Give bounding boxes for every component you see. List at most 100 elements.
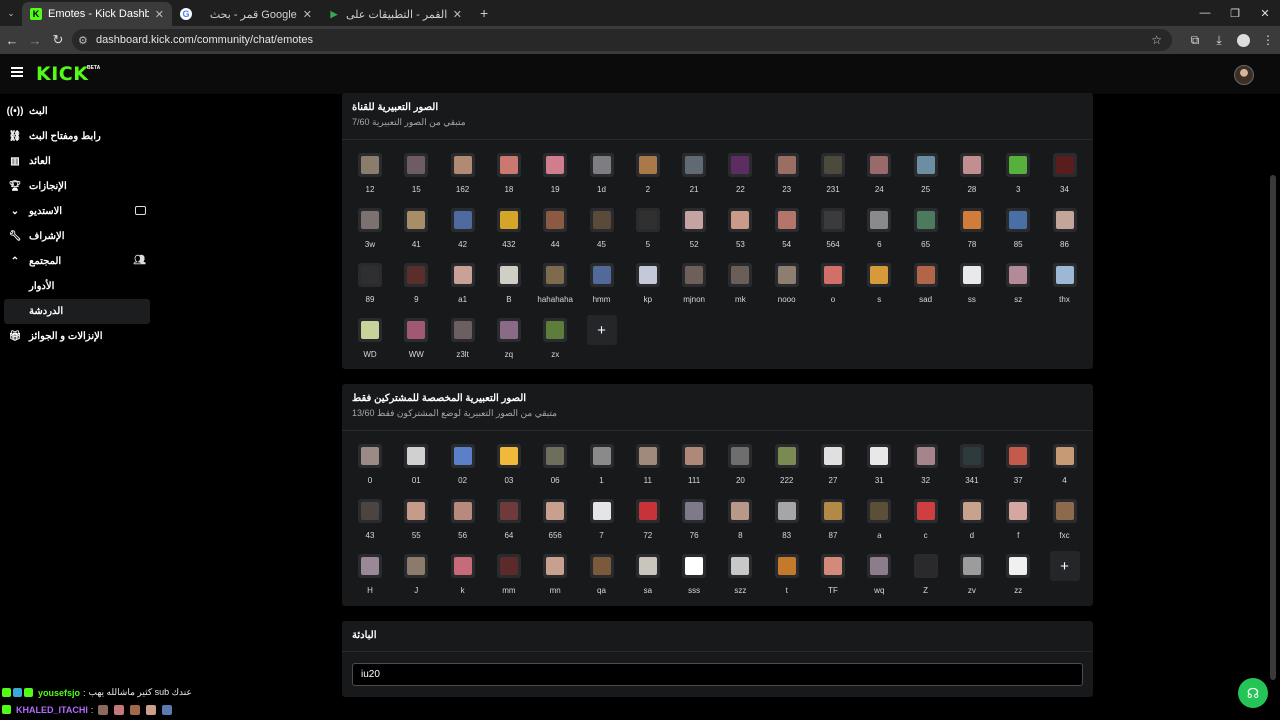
emote-tile[interactable]: 72 bbox=[625, 499, 671, 554]
emote-tile[interactable]: c bbox=[903, 499, 949, 554]
emote-tile[interactable]: 12 bbox=[347, 153, 393, 208]
emote-tile[interactable]: k bbox=[440, 554, 486, 609]
emote-tile[interactable]: B bbox=[486, 263, 532, 318]
prefix-input[interactable] bbox=[352, 663, 1083, 686]
reload-icon[interactable]: ↻ bbox=[47, 32, 69, 48]
emote-tile[interactable]: WD bbox=[347, 318, 393, 373]
emote-tile[interactable]: 0 bbox=[347, 444, 393, 499]
emote-tile[interactable]: 34 bbox=[1042, 153, 1088, 208]
emote-tile[interactable]: J bbox=[393, 554, 439, 609]
emote-tile[interactable]: 03 bbox=[486, 444, 532, 499]
emote-tile[interactable]: TF bbox=[810, 554, 856, 609]
emote-tile[interactable]: 24 bbox=[856, 153, 902, 208]
emote-tile[interactable]: 22 bbox=[717, 153, 763, 208]
emote-tile[interactable]: 02 bbox=[440, 444, 486, 499]
emote-tile[interactable]: 54 bbox=[764, 208, 810, 263]
emote-tile[interactable]: 1 bbox=[579, 444, 625, 499]
minimize-icon[interactable]: — bbox=[1190, 0, 1220, 26]
emote-tile[interactable]: 42 bbox=[440, 208, 486, 263]
emote-tile[interactable]: 23 bbox=[764, 153, 810, 208]
emote-tile[interactable]: zq bbox=[486, 318, 532, 373]
emote-tile[interactable]: 6 bbox=[856, 208, 902, 263]
emote-tile[interactable]: 11 bbox=[625, 444, 671, 499]
emote-tile[interactable]: 5 bbox=[625, 208, 671, 263]
emote-tile[interactable]: f bbox=[995, 499, 1041, 554]
emote-tile[interactable]: sz bbox=[995, 263, 1041, 318]
maximize-icon[interactable]: ❐ bbox=[1220, 0, 1250, 26]
emote-tile[interactable]: 27 bbox=[810, 444, 856, 499]
sidebar-item-drops[interactable]: 🎁︎ الإنزالات و الجوائز bbox=[0, 324, 160, 349]
emote-tile[interactable]: 7 bbox=[579, 499, 625, 554]
emote-tile[interactable]: 89 bbox=[347, 263, 393, 318]
emote-tile[interactable]: 432 bbox=[486, 208, 532, 263]
back-icon[interactable]: ← bbox=[1, 33, 23, 48]
emote-tile[interactable]: a bbox=[856, 499, 902, 554]
emote-tile[interactable]: wq bbox=[856, 554, 902, 609]
emote-tile[interactable]: 65 bbox=[903, 208, 949, 263]
emote-tile[interactable]: 87 bbox=[810, 499, 856, 554]
emote-tile[interactable]: 8 bbox=[717, 499, 763, 554]
emote-tile[interactable]: sss bbox=[671, 554, 717, 609]
emote-tile[interactable]: z3lt bbox=[440, 318, 486, 373]
emote-tile[interactable]: mjnon bbox=[671, 263, 717, 318]
add-emote-button[interactable]: + bbox=[586, 315, 617, 345]
emote-tile[interactable]: 52 bbox=[671, 208, 717, 263]
emote-tile[interactable]: thx bbox=[1042, 263, 1088, 318]
address-bar[interactable]: ⚙ dashboard.kick.com/community/chat/emot… bbox=[72, 29, 1172, 51]
profile-icon[interactable] bbox=[1237, 33, 1250, 47]
close-window-icon[interactable]: ✕ bbox=[1250, 0, 1280, 26]
menu-kebab-icon[interactable]: ⋮ bbox=[1256, 33, 1280, 47]
emote-tile[interactable]: sad bbox=[903, 263, 949, 318]
emote-tile[interactable]: mn bbox=[532, 554, 578, 609]
user-avatar[interactable] bbox=[1234, 65, 1254, 85]
browser-tab-kick[interactable]: K Emotes - Kick Dashboard ✕ bbox=[22, 2, 172, 26]
close-tab-icon[interactable]: ✕ bbox=[453, 8, 462, 21]
tab-search-chevron-icon[interactable]: ⌄ bbox=[0, 0, 22, 26]
emote-tile[interactable]: 9 bbox=[393, 263, 439, 318]
forward-icon[interactable]: → bbox=[24, 33, 46, 48]
emote-tile[interactable]: zx bbox=[532, 318, 578, 373]
extensions-icon[interactable]: ⧉ bbox=[1183, 33, 1207, 48]
kick-logo[interactable]: KICK bbox=[36, 63, 88, 85]
emote-tile[interactable]: 28 bbox=[949, 153, 995, 208]
emote-tile[interactable]: Z bbox=[903, 554, 949, 609]
emote-tile[interactable]: mm bbox=[486, 554, 532, 609]
emote-tile[interactable]: hahahaha bbox=[532, 263, 578, 318]
emote-tile[interactable]: 45 bbox=[579, 208, 625, 263]
emote-tile[interactable]: o bbox=[810, 263, 856, 318]
emote-tile[interactable]: 01 bbox=[393, 444, 439, 499]
hamburger-menu-icon[interactable] bbox=[11, 67, 23, 77]
emote-tile[interactable]: 21 bbox=[671, 153, 717, 208]
support-chat-button[interactable]: ☊ bbox=[1238, 678, 1268, 708]
sidebar-subitem-chat[interactable]: الدردشة bbox=[4, 299, 150, 324]
emote-tile[interactable]: 20 bbox=[717, 444, 763, 499]
sidebar-item-moderation[interactable]: 🔧︎ الإشراف bbox=[0, 224, 160, 249]
emote-tile[interactable]: 85 bbox=[995, 208, 1041, 263]
emote-tile[interactable]: fxc bbox=[1042, 499, 1088, 554]
emote-tile[interactable]: 25 bbox=[903, 153, 949, 208]
browser-tab-play[interactable]: ▶ خلفيات القمر - التطبيقات على Google Pl… bbox=[320, 2, 470, 26]
emote-tile[interactable]: kp bbox=[625, 263, 671, 318]
close-tab-icon[interactable]: ✕ bbox=[155, 8, 164, 21]
sidebar-item-revenue[interactable]: ▥ العائد bbox=[0, 149, 160, 174]
emote-tile[interactable]: 231 bbox=[810, 153, 856, 208]
emote-tile[interactable]: H bbox=[347, 554, 393, 609]
emote-tile[interactable]: 06 bbox=[532, 444, 578, 499]
emote-tile[interactable]: mk bbox=[717, 263, 763, 318]
sidebar-subitem-roles[interactable]: الأدوار bbox=[0, 274, 160, 299]
emote-tile[interactable]: 3w bbox=[347, 208, 393, 263]
emote-tile[interactable]: 111 bbox=[671, 444, 717, 499]
emote-tile[interactable]: t bbox=[764, 554, 810, 609]
site-info-icon[interactable]: ⚙ bbox=[78, 34, 94, 47]
sidebar-item-achievements[interactable]: 🏆︎ الإنجازات bbox=[0, 174, 160, 199]
browser-tab-google[interactable]: G قمر - بحث Google ✕ bbox=[172, 2, 320, 26]
sidebar-item-stream-key[interactable]: ⛓ رابط ومفتاح البث bbox=[0, 124, 160, 149]
emote-tile[interactable]: 341 bbox=[949, 444, 995, 499]
emote-tile[interactable]: 53 bbox=[717, 208, 763, 263]
emote-tile[interactable]: sa bbox=[625, 554, 671, 609]
add-emote-button[interactable]: + bbox=[1049, 551, 1080, 581]
emote-tile[interactable]: 31 bbox=[856, 444, 902, 499]
emote-tile[interactable]: 83 bbox=[764, 499, 810, 554]
emote-tile[interactable]: 222 bbox=[764, 444, 810, 499]
emote-tile[interactable]: 1d bbox=[579, 153, 625, 208]
